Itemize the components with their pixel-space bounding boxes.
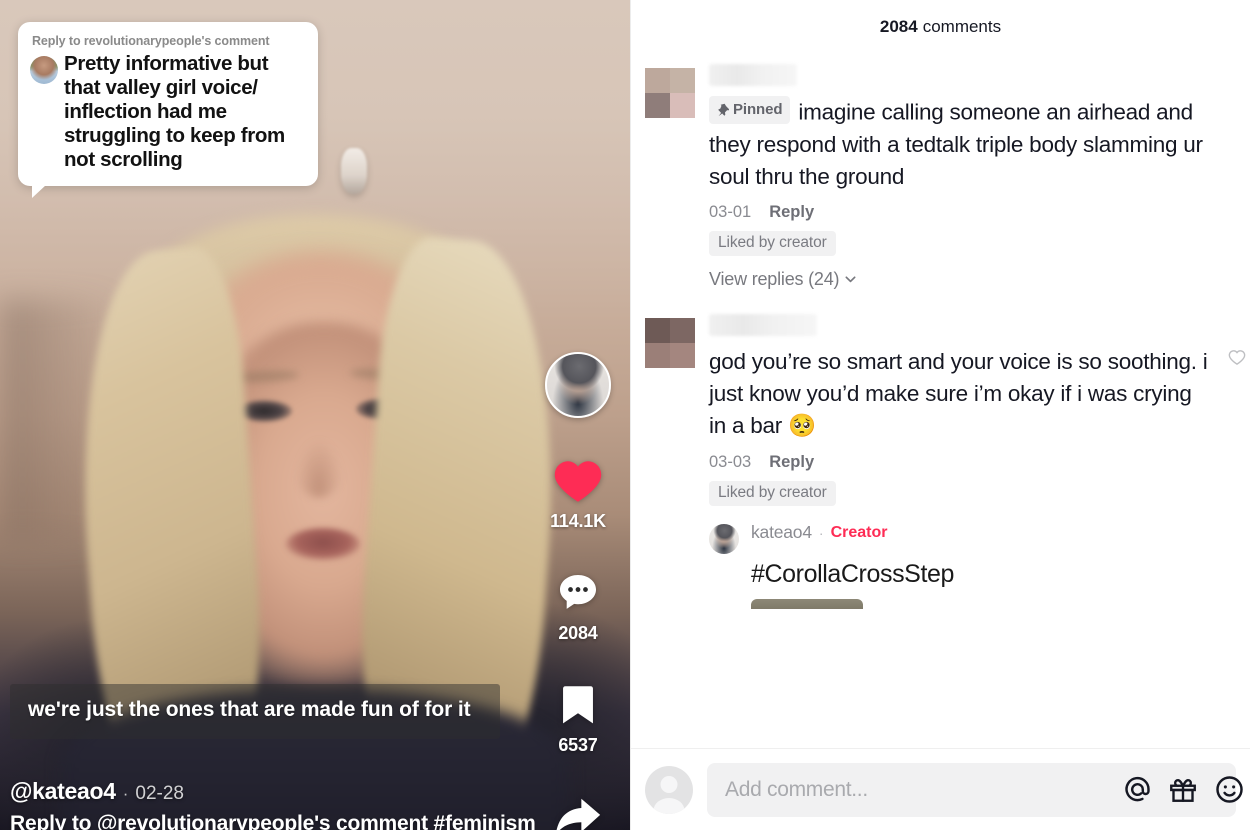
comment-bubble-icon	[559, 574, 597, 609]
view-replies-button[interactable]: View replies (24)	[709, 269, 1210, 290]
commenter-avatar[interactable]	[645, 318, 695, 369]
tiktok-video-with-comments: Reply to revolutionarypeople's comment P…	[0, 0, 1250, 830]
bookmark-icon	[563, 686, 593, 724]
video-description: Reply to @revolutionarypeople's comment …	[10, 812, 536, 830]
composer-icons	[1120, 773, 1243, 807]
creator-avatar[interactable]	[709, 524, 739, 555]
quoted-comment-avatar	[30, 55, 58, 84]
creator-badge: Creator	[830, 523, 888, 541]
pinned-badge: Pinned	[709, 96, 791, 125]
at-mention-icon[interactable]	[1120, 773, 1154, 807]
mouth	[286, 528, 360, 560]
comments-count: 2084	[879, 17, 918, 36]
comment-input[interactable]	[725, 777, 1104, 802]
reply-button[interactable]: Reply	[769, 453, 814, 472]
comment-like-icon[interactable]	[1228, 348, 1246, 366]
video-meta: @kateao4 · 02-28	[10, 778, 184, 805]
creator-reply[interactable]: kateao4 · Creator	[709, 522, 1210, 555]
view-replies-label: View replies (24)	[709, 269, 840, 290]
bookmark-button[interactable]: 6537	[557, 682, 599, 756]
share-button[interactable]	[552, 794, 604, 830]
pin-icon	[718, 103, 729, 116]
bookmark-count: 6537	[558, 735, 598, 755]
creator-separator: ·	[818, 524, 824, 541]
comments-panel: 2084 comments Pinned imagine calling some…	[630, 0, 1250, 830]
author-handle[interactable]: @kateao4	[10, 778, 116, 805]
comment-meta: 03-03 Reply	[709, 453, 1210, 472]
quoted-comment-header: Reply to revolutionarypeople's comment	[32, 34, 270, 48]
quoted-comment-text: Pretty informative but that valley girl …	[64, 51, 285, 171]
creator-reply-hashtag[interactable]: #CorollaCrossStep	[751, 560, 1210, 589]
chevron-down-icon	[845, 276, 856, 283]
smoke-detector	[341, 148, 367, 194]
comment-button[interactable]: 2084	[554, 570, 602, 644]
liked-by-creator-badge: Liked by creator	[709, 481, 836, 507]
nose	[296, 440, 342, 498]
creator-reply-attachment[interactable]	[751, 599, 863, 610]
reply-button[interactable]: Reply	[769, 203, 814, 222]
like-button[interactable]: 114.1K	[550, 456, 606, 532]
commenter-username[interactable]	[709, 314, 817, 337]
emoji-icon[interactable]	[1212, 773, 1246, 807]
comments-label: comments	[922, 17, 1002, 36]
share-arrow-icon	[556, 798, 601, 830]
meta-separator: ·	[122, 784, 129, 803]
comment-date: 03-01	[709, 203, 752, 222]
caption-text: we're just the ones that are made fun of…	[28, 698, 471, 721]
pinned-label: Pinned	[733, 101, 783, 118]
creator-reply-header: kateao4 · Creator	[751, 522, 887, 543]
comments-list[interactable]: Pinned imagine calling someone an airhead…	[631, 54, 1250, 748]
comment-date: 03-03	[709, 453, 752, 472]
video-player[interactable]: Reply to revolutionarypeople's comment P…	[0, 0, 630, 830]
quoted-comment-card[interactable]: Reply to revolutionarypeople's comment P…	[18, 22, 318, 198]
comment-item[interactable]: Pinned imagine calling someone an airhead…	[645, 54, 1236, 296]
creator-name[interactable]: kateao4	[751, 522, 812, 543]
comment-text: god you’re so smart and your voice is so…	[709, 349, 1208, 439]
comment-meta: 03-01 Reply	[709, 203, 1210, 222]
gift-icon[interactable]	[1166, 773, 1200, 807]
video-caption-overlay: we're just the ones that are made fun of…	[10, 684, 500, 740]
heart-icon	[554, 461, 602, 502]
post-date: 02-28	[135, 783, 184, 804]
commenter-username[interactable]	[709, 64, 797, 86]
action-rail: 114.1K 2084 6537	[542, 352, 614, 830]
commenter-avatar[interactable]	[645, 68, 695, 118]
profile-avatar[interactable]	[545, 352, 611, 418]
comment-text-row: Pinned imagine calling someone an airhead…	[709, 96, 1210, 192]
like-count: 114.1K	[550, 511, 606, 531]
comment-count: 2084	[558, 623, 598, 643]
comment-input-box[interactable]	[707, 762, 1243, 817]
comment-composer	[631, 748, 1250, 830]
liked-by-creator-badge: Liked by creator	[709, 231, 836, 257]
comments-header: 2084 comments	[631, 0, 1250, 54]
comment-item[interactable]: god you’re so smart and your voice is so…	[645, 296, 1246, 615]
current-user-avatar[interactable]	[645, 765, 693, 814]
